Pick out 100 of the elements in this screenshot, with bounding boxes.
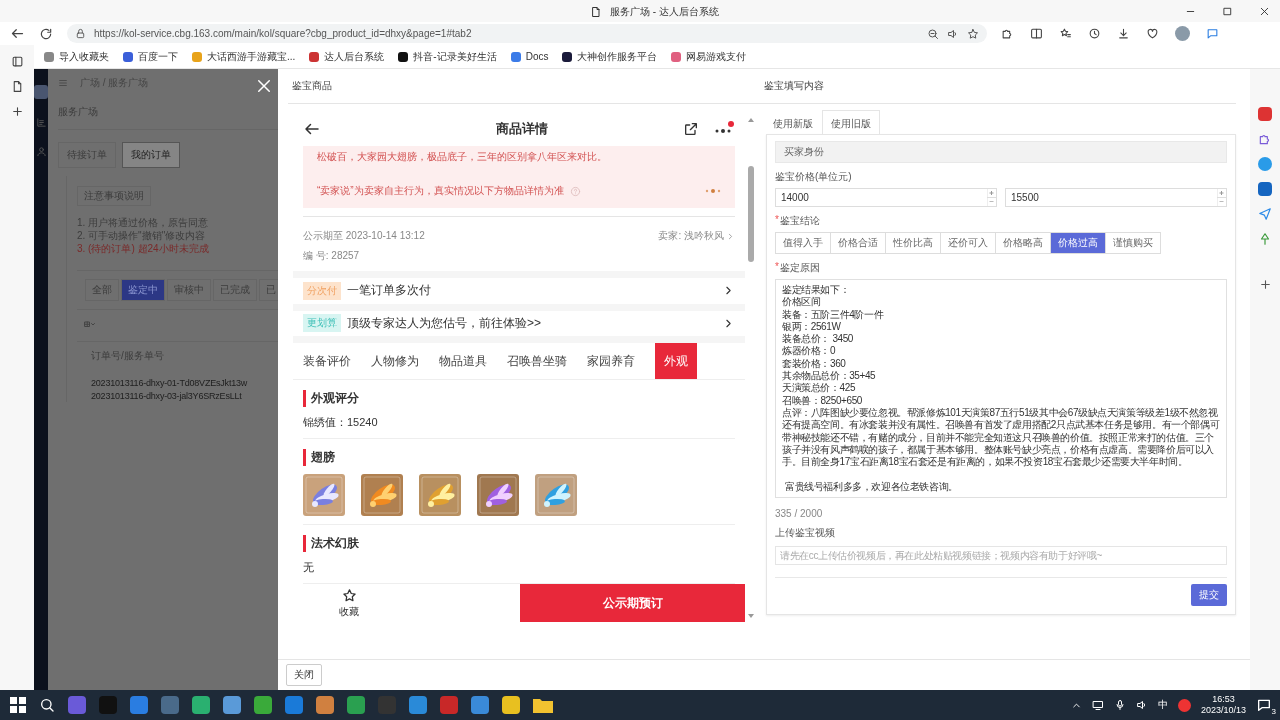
section-value: 锦绣值：15240 [303,415,379,430]
app-icon[interactable] [285,696,303,714]
speaker-icon[interactable] [947,27,959,40]
filter-button[interactable]: 鉴定中 [121,279,165,301]
reserve-button[interactable]: 公示期预订 [520,584,745,622]
search-icon[interactable] [39,697,55,713]
option-button[interactable]: 价格过高 [1051,233,1106,253]
bookmark[interactable]: 大话西游手游藏宝... [192,49,296,64]
submit-button[interactable]: 提交 [1191,584,1227,607]
reason-line: 鉴定结果如下： [782,284,851,297]
close-button[interactable]: 关闭 [286,664,322,686]
tab[interactable]: 使用旧版 [822,110,880,134]
video-link-field[interactable]: 请先在cc上传估价视频后，再在此处粘贴视频链接；视频内容有助于好评哦~ [775,546,1227,566]
app-icon[interactable] [192,696,210,714]
refresh-icon[interactable] [39,26,53,41]
tab[interactable]: 我的订单 [122,142,180,168]
microphone-icon[interactable] [1113,699,1126,711]
history-icon[interactable] [1088,27,1101,40]
reason-line: 召唤兽：8250+650 [782,394,863,407]
share-icon[interactable] [683,121,699,137]
tab[interactable]: 使用新版 [764,110,822,134]
folder-icon[interactable] [533,697,553,713]
star-icon[interactable] [967,27,979,40]
bookmark[interactable]: 抖音-记录美好生活 [398,49,497,64]
app-icon[interactable] [223,696,241,714]
site-icon [192,51,202,62]
app-icon[interactable] [1258,157,1272,171]
close-icon[interactable] [1259,5,1270,17]
dots-icon[interactable] [705,188,721,194]
site-icon [398,51,409,62]
favorites-icon[interactable] [1059,27,1072,40]
shopping-icon[interactable] [1258,107,1272,121]
section-value: 无 [303,560,315,575]
site-icon [510,51,521,62]
bookmark[interactable]: 百度一下 [123,49,178,64]
chat-icon[interactable] [1206,27,1219,40]
tab[interactable]: 召唤兽坐骑 [507,343,577,379]
windows-icon[interactable] [10,697,26,713]
number-field[interactable]: 15500 [1005,188,1227,207]
split-screen-icon[interactable] [1030,27,1043,40]
app-icon[interactable] [254,696,272,714]
bookmark[interactable]: Docs [510,51,549,62]
promo-text[interactable]: 顶级专家达人为您估号，前往体验>> [347,314,716,332]
app-icon[interactable] [502,696,520,714]
spinner-icon[interactable] [1217,189,1226,206]
seller-link[interactable]: 卖家: 浅吟秋风 [658,229,724,243]
bookmark[interactable]: 网易游戏支付 [671,49,747,64]
address-bar[interactable]: https://kol-service.cbg.163.com/main/kol/square?cbg_product_id=dhxy&page=1#tab2 [67,24,987,43]
mail-icon[interactable] [1258,182,1272,196]
page-title: 商品详情 [495,120,549,138]
avatar-icon[interactable] [1175,26,1190,41]
app-icon[interactable] [130,696,148,714]
bookmark[interactable]: 导入收藏夹 [44,49,109,64]
chevron-icon [726,231,735,241]
tab[interactable]: 家园养育 [587,343,645,379]
tab[interactable]: 外观 [655,343,697,379]
zoom-icon[interactable] [927,27,939,40]
number-field[interactable]: 14000 [775,188,997,207]
app-icon[interactable] [347,696,365,714]
clock[interactable]: 16:53 2023/10/13 [1200,694,1246,716]
send-icon[interactable] [1258,207,1272,221]
app-icon[interactable] [1177,698,1191,712]
seller-note: 松破百，大家园大翅膀，极品底子，三年的区别拿八年区来对比。 [317,150,608,164]
app-icon[interactable] [471,696,489,714]
tab[interactable]: 物品道具 [439,343,497,379]
vertical-tabs-icon[interactable] [10,55,24,68]
reason-field[interactable] [775,279,1227,499]
field-label: 鉴宝结论 [779,214,820,228]
tab[interactable]: 人物修为 [371,343,429,379]
character-count: 335 / 2000 [775,508,824,520]
reason-line: 炼器价格：0 [782,345,837,358]
tab[interactable]: 装备评价 [303,343,361,379]
spinner-icon[interactable] [987,189,996,206]
close-icon[interactable] [255,77,273,95]
site-icon [671,51,682,62]
bookmark[interactable]: 大神创作服务平台 [562,49,658,64]
app-icon[interactable] [409,696,427,714]
section-title: 法术幻肤 [303,535,735,552]
download-icon[interactable] [1117,27,1130,40]
monitor-icon[interactable] [1091,699,1104,711]
reason-line: 装备：五阶三件4阶一件 [782,308,885,321]
heart-icon[interactable] [1146,27,1159,40]
bookmark[interactable]: 达人后台系统 [309,49,385,64]
disclaimer-text: “卖家说”为卖家自主行为，真实情况以下方物品详情为准 [317,184,564,198]
tree-icon[interactable] [1258,232,1272,246]
add-icon[interactable] [10,105,24,118]
field-label: 鉴定原因 [779,261,820,275]
reason-line: 套装价格：360 [782,357,847,370]
maximize-icon[interactable] [1222,5,1233,17]
field-label: 鉴宝价格(单位元) [775,170,852,184]
add-icon[interactable] [1258,278,1272,291]
favorite-button[interactable]: 收藏 [293,584,405,622]
document-icon [590,6,602,18]
app-icon[interactable] [316,696,334,714]
speaker-icon[interactable] [1135,699,1148,711]
back-icon[interactable] [10,26,25,41]
promo-text[interactable]: 一笔订单多次付 [347,282,716,300]
input-method[interactable]: 中 [1157,698,1168,712]
notification-icon[interactable] [1256,697,1272,713]
puzzle-icon[interactable] [1001,27,1014,40]
